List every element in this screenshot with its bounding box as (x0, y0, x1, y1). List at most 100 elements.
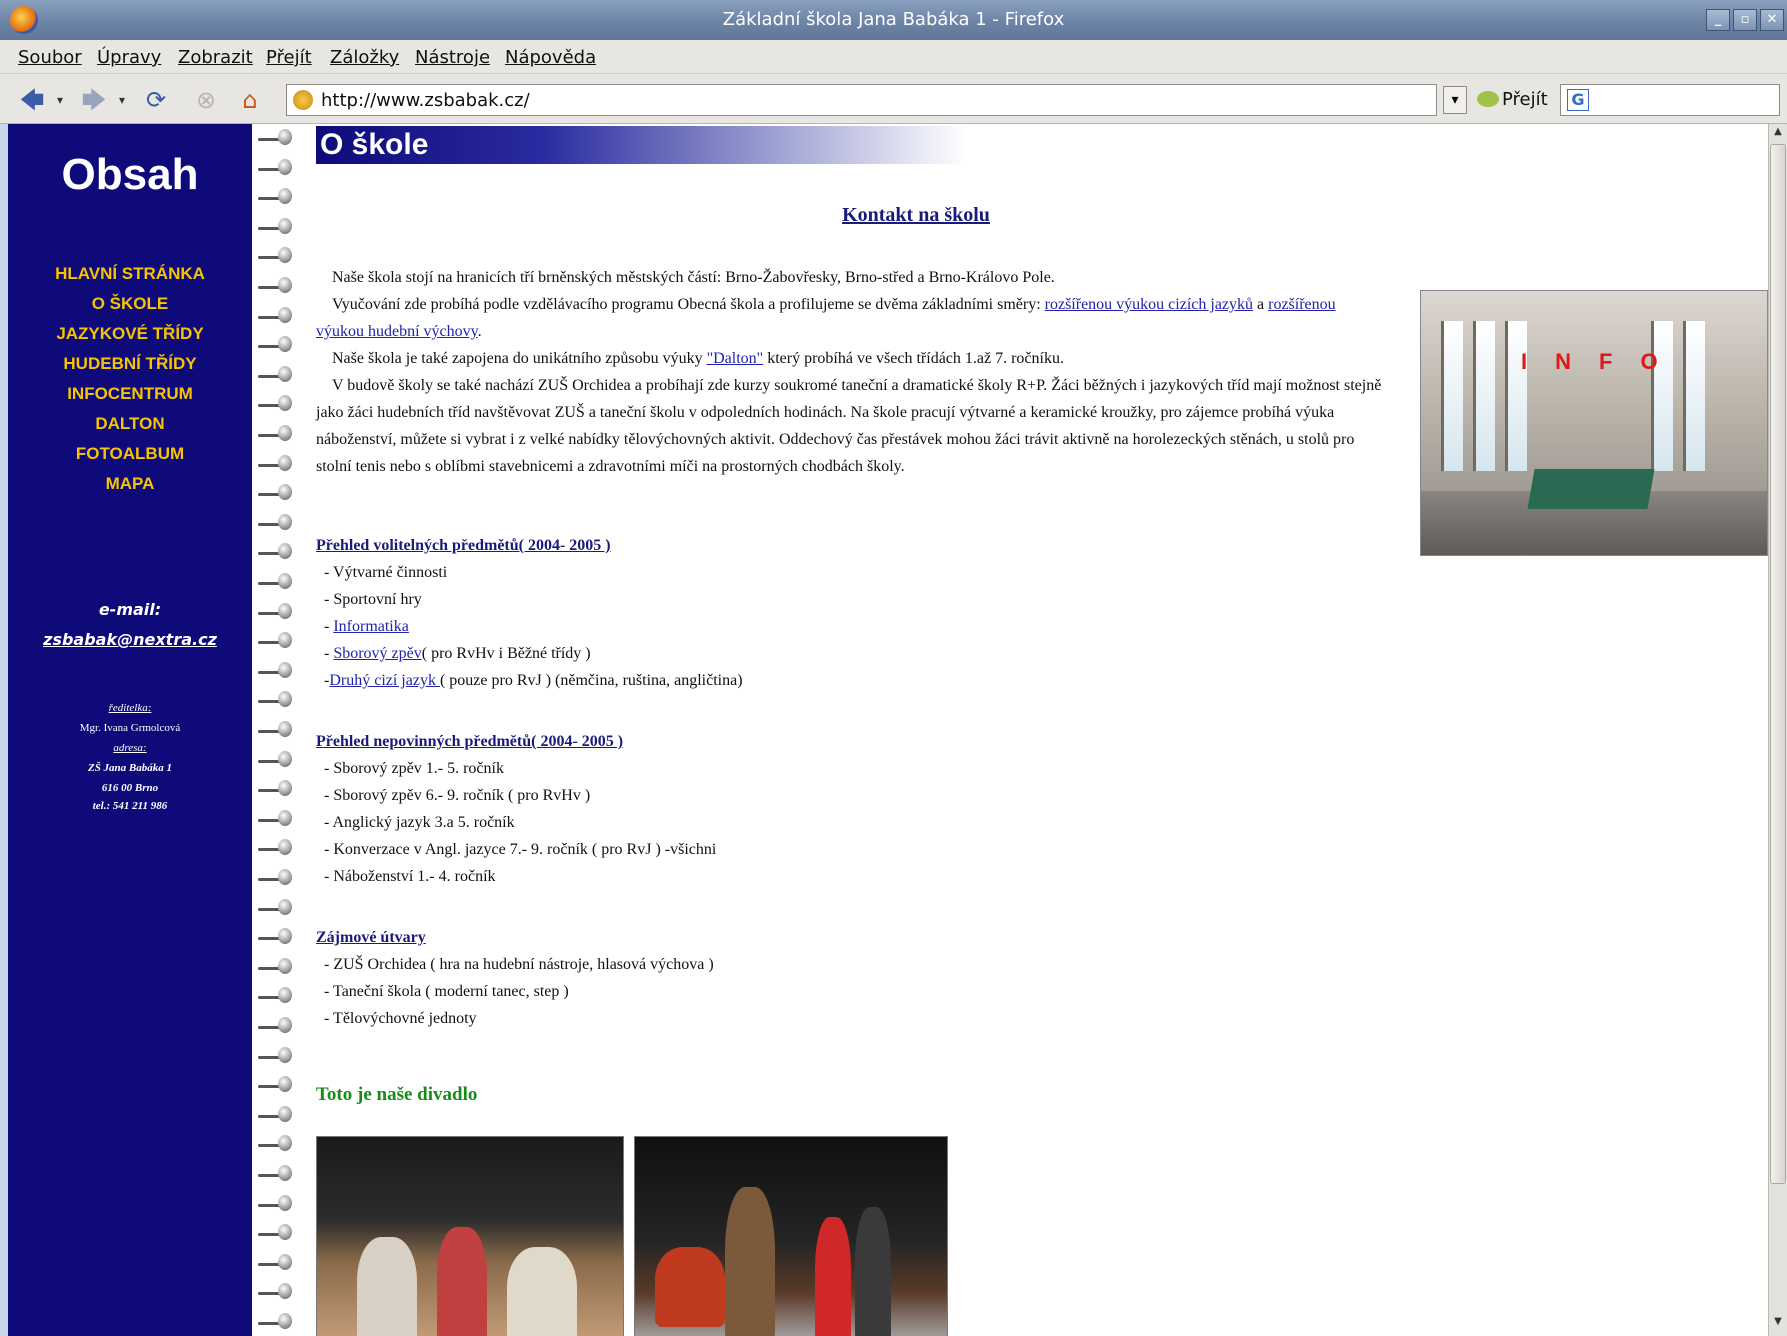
url-dropdown-button[interactable]: ▾ (1443, 86, 1467, 114)
school-corridor-photo: INFO (1420, 290, 1768, 556)
email-label: e-mail: (98, 600, 162, 619)
spiral-ring (258, 483, 294, 501)
conjunction-text: a (1257, 296, 1265, 313)
nav-infocentrum[interactable]: INFOCENTRUM (8, 384, 252, 404)
optional-item: - Anglický jazyk 3.a 5. ročník (324, 814, 515, 831)
address-line-1: ZŠ Jana Babáka 1 (87, 762, 173, 774)
ping-pong-table (1527, 469, 1655, 509)
spiral-ring (258, 1282, 294, 1300)
paragraph-activities: V budově školy se také nachází ZUŠ Orchi… (316, 372, 1386, 480)
spiral-ring (258, 602, 294, 620)
stop-icon[interactable]: ⊗ (192, 86, 220, 114)
elective-item: - Sborový zpěv( pro RvHv i Běžné třídy ) (324, 645, 591, 662)
spiral-ring (258, 1134, 294, 1152)
forward-icon[interactable]: 🡆 (80, 86, 108, 114)
paragraph-program: Vyučování zde probíhá podle vzdělávacího… (316, 296, 1336, 340)
menu-prejit[interactable]: Přejít (266, 47, 312, 68)
director-name: Mgr. Ivana Grmolcová (79, 722, 181, 734)
nav-dalton[interactable]: DALTON (8, 414, 252, 434)
vertical-scrollbar[interactable]: ▲ ▼ (1768, 124, 1787, 1336)
spiral-ring (258, 394, 294, 412)
elective-item: - Sportovní hry (324, 591, 422, 608)
theatre-photo-1[interactable] (316, 1136, 624, 1336)
url-bar[interactable]: http://www.zsbabak.cz/ (286, 84, 1437, 116)
back-history-dropdown-icon[interactable]: ▾ (52, 86, 68, 114)
page-content: Obsah HLAVNÍ STRÁNKA O ŠKOLE JAZYKOVÉ TŘ… (8, 124, 1768, 1336)
spiral-ring (258, 158, 294, 176)
spiral-ring (258, 898, 294, 916)
second-language-link[interactable]: Druhý cizí jazyk (329, 672, 440, 689)
forward-history-dropdown-icon[interactable]: ▾ (114, 86, 130, 114)
spiral-ring (258, 1194, 294, 1212)
address-label: adresa: (113, 742, 147, 754)
scroll-thumb[interactable] (1770, 144, 1786, 1184)
go-button[interactable]: Přejít (1477, 89, 1548, 110)
back-icon[interactable]: 🡄 (18, 86, 46, 114)
spiral-ring (258, 128, 294, 146)
spiral-ring (258, 1046, 294, 1064)
spiral-ring (258, 1164, 294, 1182)
spiral-ring (258, 306, 294, 324)
url-text[interactable]: http://www.zsbabak.cz/ (321, 90, 530, 111)
minimize-button[interactable]: _ (1706, 9, 1730, 31)
nav-mapa[interactable]: MAPA (8, 474, 252, 494)
spiral-ring (258, 335, 294, 353)
theatre-heading: Toto je naše divadlo (316, 1084, 478, 1105)
dalton-link[interactable]: "Dalton" (707, 350, 764, 367)
optional-item: - Náboženství 1.- 4. ročník (324, 868, 496, 885)
spiral-ring (258, 868, 294, 886)
menu-napoveda[interactable]: Nápověda (505, 47, 596, 68)
spiral-ring (258, 1105, 294, 1123)
elective-item: -Druhý cizí jazyk ( pouze pro RvJ ) (něm… (324, 672, 743, 689)
spiral-ring (258, 1253, 294, 1271)
spiral-ring (258, 631, 294, 649)
theatre-photo-2[interactable] (634, 1136, 948, 1336)
menu-bar: Soubor Úpravy Zobrazit Přejít Záložky Ná… (0, 40, 1787, 74)
reload-icon[interactable]: ⟳ (142, 86, 170, 114)
optional-subjects-heading[interactable]: Přehled nepovinných předmětů( 2004- 2005… (316, 733, 623, 751)
page-title: O škole (316, 126, 966, 164)
spiral-ring (258, 927, 294, 945)
clubs-heading[interactable]: Zájmové útvary (316, 929, 426, 947)
nav-o-skole[interactable]: O ŠKOLE (8, 294, 252, 314)
sidebar-heading: Obsah (61, 150, 199, 199)
close-button[interactable]: ✕ (1760, 9, 1784, 31)
nav-hlavni-stranka[interactable]: HLAVNÍ STRÁNKA (8, 264, 252, 284)
spiral-ring (258, 1223, 294, 1241)
menu-upravy[interactable]: Úpravy (97, 47, 161, 68)
paragraph-dalton-text: Naše škola je také zapojena do unikátníh… (332, 350, 703, 367)
nav-fotoalbum[interactable]: FOTOALBUM (8, 444, 252, 464)
window-title: Základní škola Jana Babáka 1 - Firefox (722, 9, 1065, 30)
go-label: Přejít (1502, 89, 1548, 110)
spiral-ring (258, 1016, 294, 1034)
paragraph-dalton-text-2: který probíhá ve všech třídách 1.až 7. r… (767, 350, 1064, 367)
scroll-up-arrow-icon[interactable]: ▲ (1770, 126, 1786, 142)
optional-item: - Sborový zpěv 1.- 5. ročník (324, 760, 504, 777)
spiral-ring (258, 572, 294, 590)
menu-soubor[interactable]: Soubor (18, 47, 82, 68)
menu-zalozky[interactable]: Záložky (330, 47, 399, 68)
contact-link[interactable]: Kontakt na školu (316, 204, 1516, 227)
spiral-ring (258, 542, 294, 560)
email-link[interactable]: zsbabak@nextra.cz (8, 630, 252, 649)
informatika-link[interactable]: Informatika (333, 618, 409, 635)
search-input[interactable]: G (1560, 84, 1780, 116)
menu-zobrazit[interactable]: Zobrazit (178, 47, 253, 68)
go-icon (1477, 91, 1499, 107)
paragraph-location: Naše škola stojí na hranicích tří brněns… (316, 264, 1386, 291)
choir-link[interactable]: Sborový zpěv (333, 645, 421, 662)
nav-jazykove-tridy[interactable]: JAZYKOVÉ TŘÍDY (8, 324, 252, 344)
scroll-down-arrow-icon[interactable]: ▼ (1770, 1316, 1786, 1332)
spiral-ring (258, 187, 294, 205)
languages-link[interactable]: rozšířenou výukou cizích jazyků (1045, 296, 1253, 313)
spiral-ring (258, 1075, 294, 1093)
elective-subjects-heading[interactable]: Přehled volitelných předmětů( 2004- 2005… (316, 537, 611, 555)
home-icon[interactable]: ⌂ (236, 86, 264, 114)
nav-hudebni-tridy[interactable]: HUDEBNÍ TŘÍDY (8, 354, 252, 374)
google-search-icon[interactable]: G (1567, 89, 1589, 111)
maximize-button[interactable]: ▫ (1733, 9, 1757, 31)
optional-item: - Konverzace v Angl. jazyce 7.- 9. roční… (324, 841, 717, 858)
optional-item: - Sborový zpěv 6.- 9. ročník ( pro RvHv … (324, 787, 591, 804)
menu-nastroje[interactable]: Nástroje (415, 47, 490, 68)
elective-item: - Výtvarné činnosti (324, 564, 448, 581)
